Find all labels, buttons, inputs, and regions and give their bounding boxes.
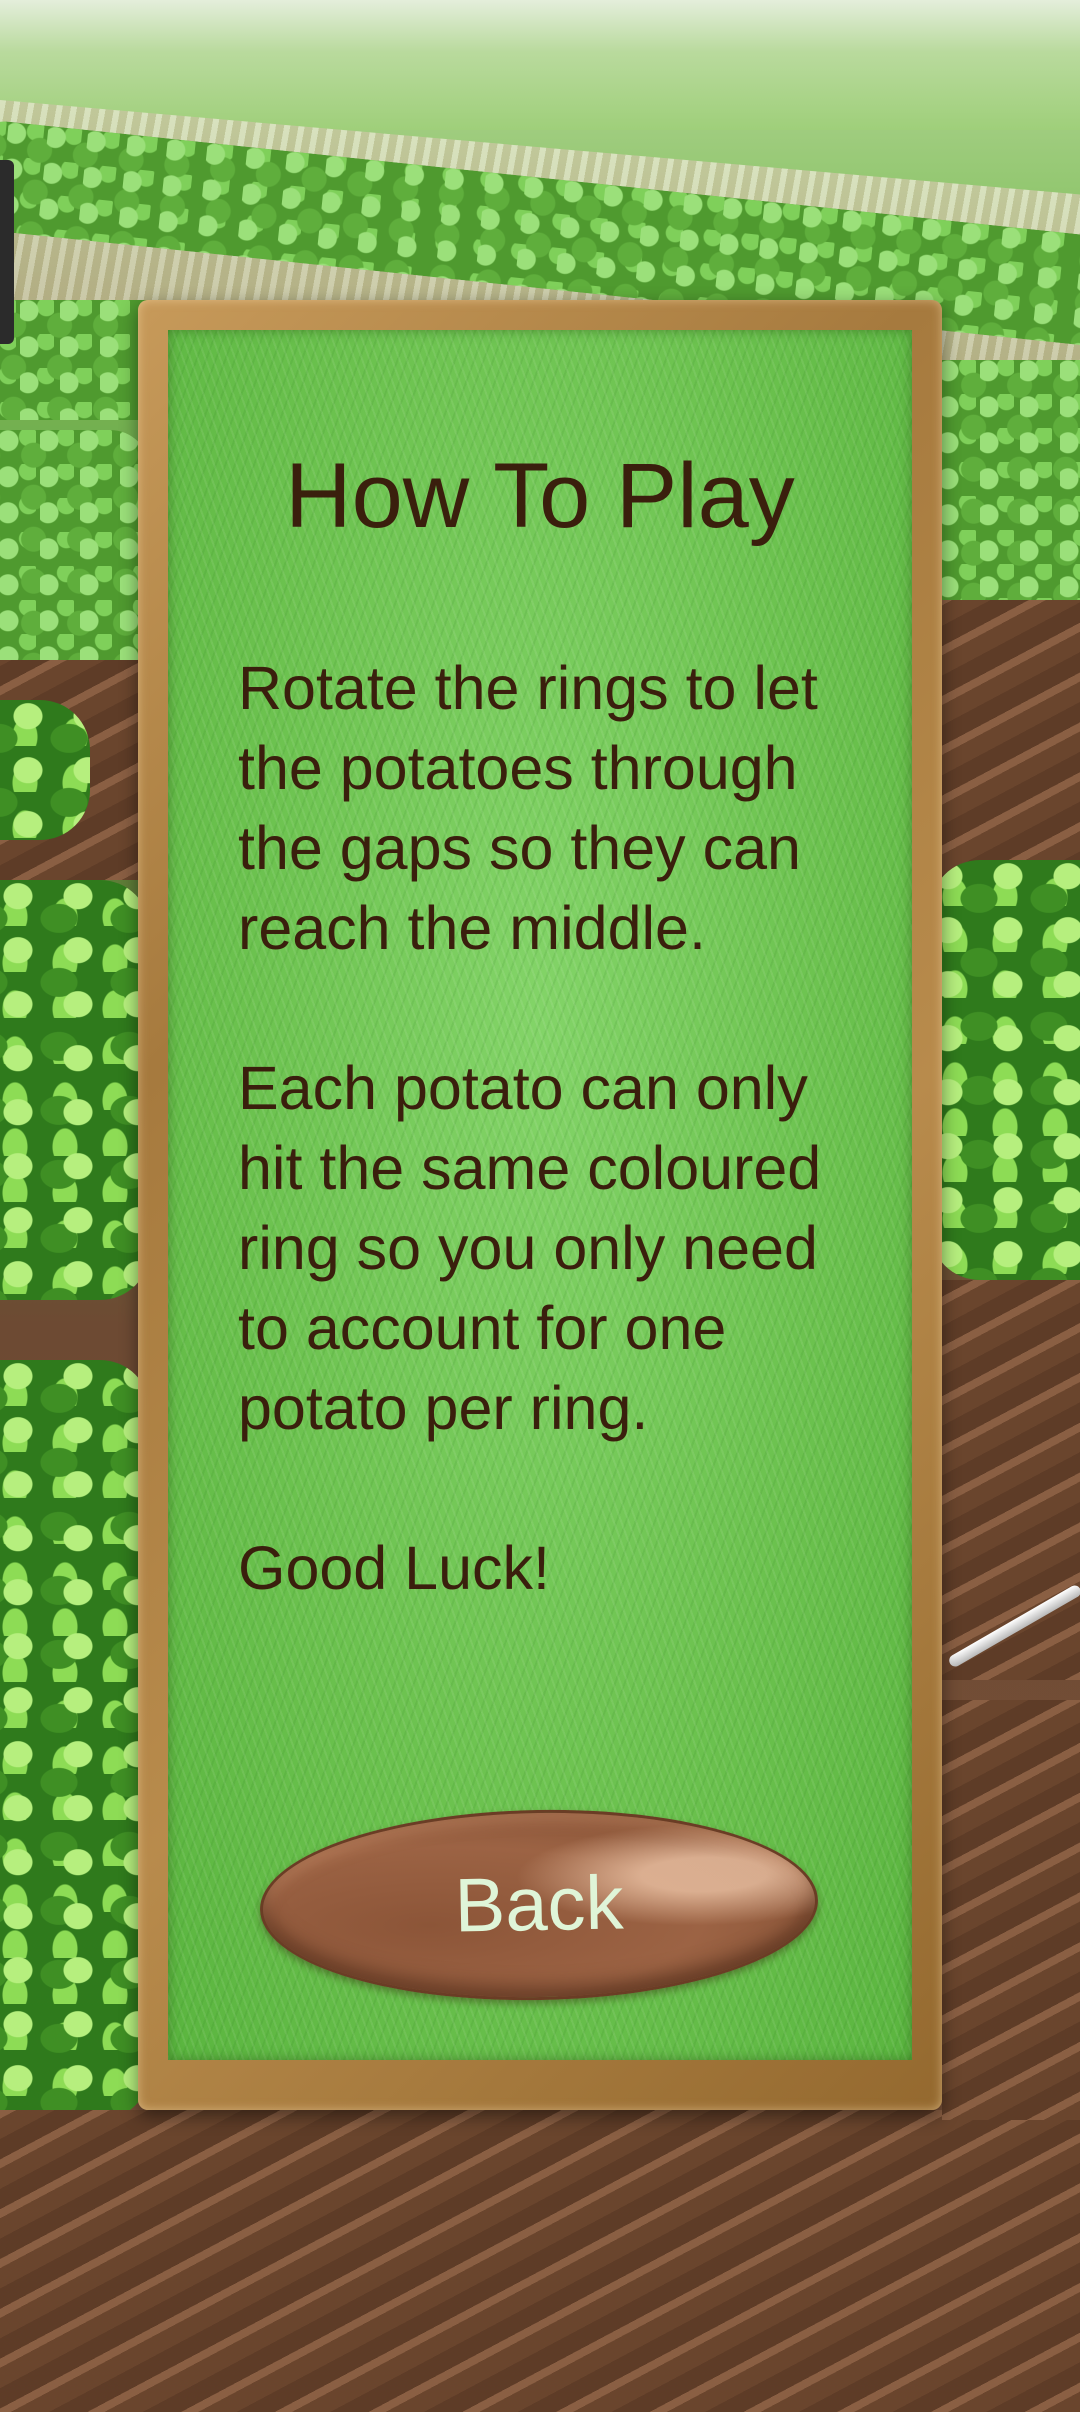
- how-to-play-dialog: How To Play Rotate the rings to let the …: [138, 300, 942, 2110]
- back-button[interactable]: Back: [258, 1805, 820, 2005]
- hedge-row: [0, 430, 150, 690]
- soil-row: [0, 2110, 1080, 2412]
- good-luck-text: Good Luck!: [238, 1534, 550, 1602]
- dialog-panel: How To Play Rotate the rings to let the …: [168, 330, 912, 2060]
- instruction-paragraph: Each potato can only hit the same colour…: [238, 1054, 822, 1442]
- potato-plant: [0, 880, 150, 1300]
- instruction-paragraph: Rotate the rings to let the potatoes thr…: [238, 654, 818, 962]
- potato-plant: [0, 1360, 150, 2120]
- edge-handle: [0, 160, 14, 344]
- soil-row: [920, 600, 1080, 880]
- potato-plant: [930, 860, 1080, 1280]
- back-button-label: Back: [453, 1860, 625, 1949]
- soil-row: [942, 1700, 1080, 2120]
- instructions-text: Rotate the rings to let the potatoes thr…: [238, 648, 858, 1608]
- dialog-title: How To Play: [285, 445, 795, 547]
- soil-row: [920, 1280, 1080, 1680]
- potato-plant: [0, 700, 90, 840]
- distant-field: [0, 0, 1080, 130]
